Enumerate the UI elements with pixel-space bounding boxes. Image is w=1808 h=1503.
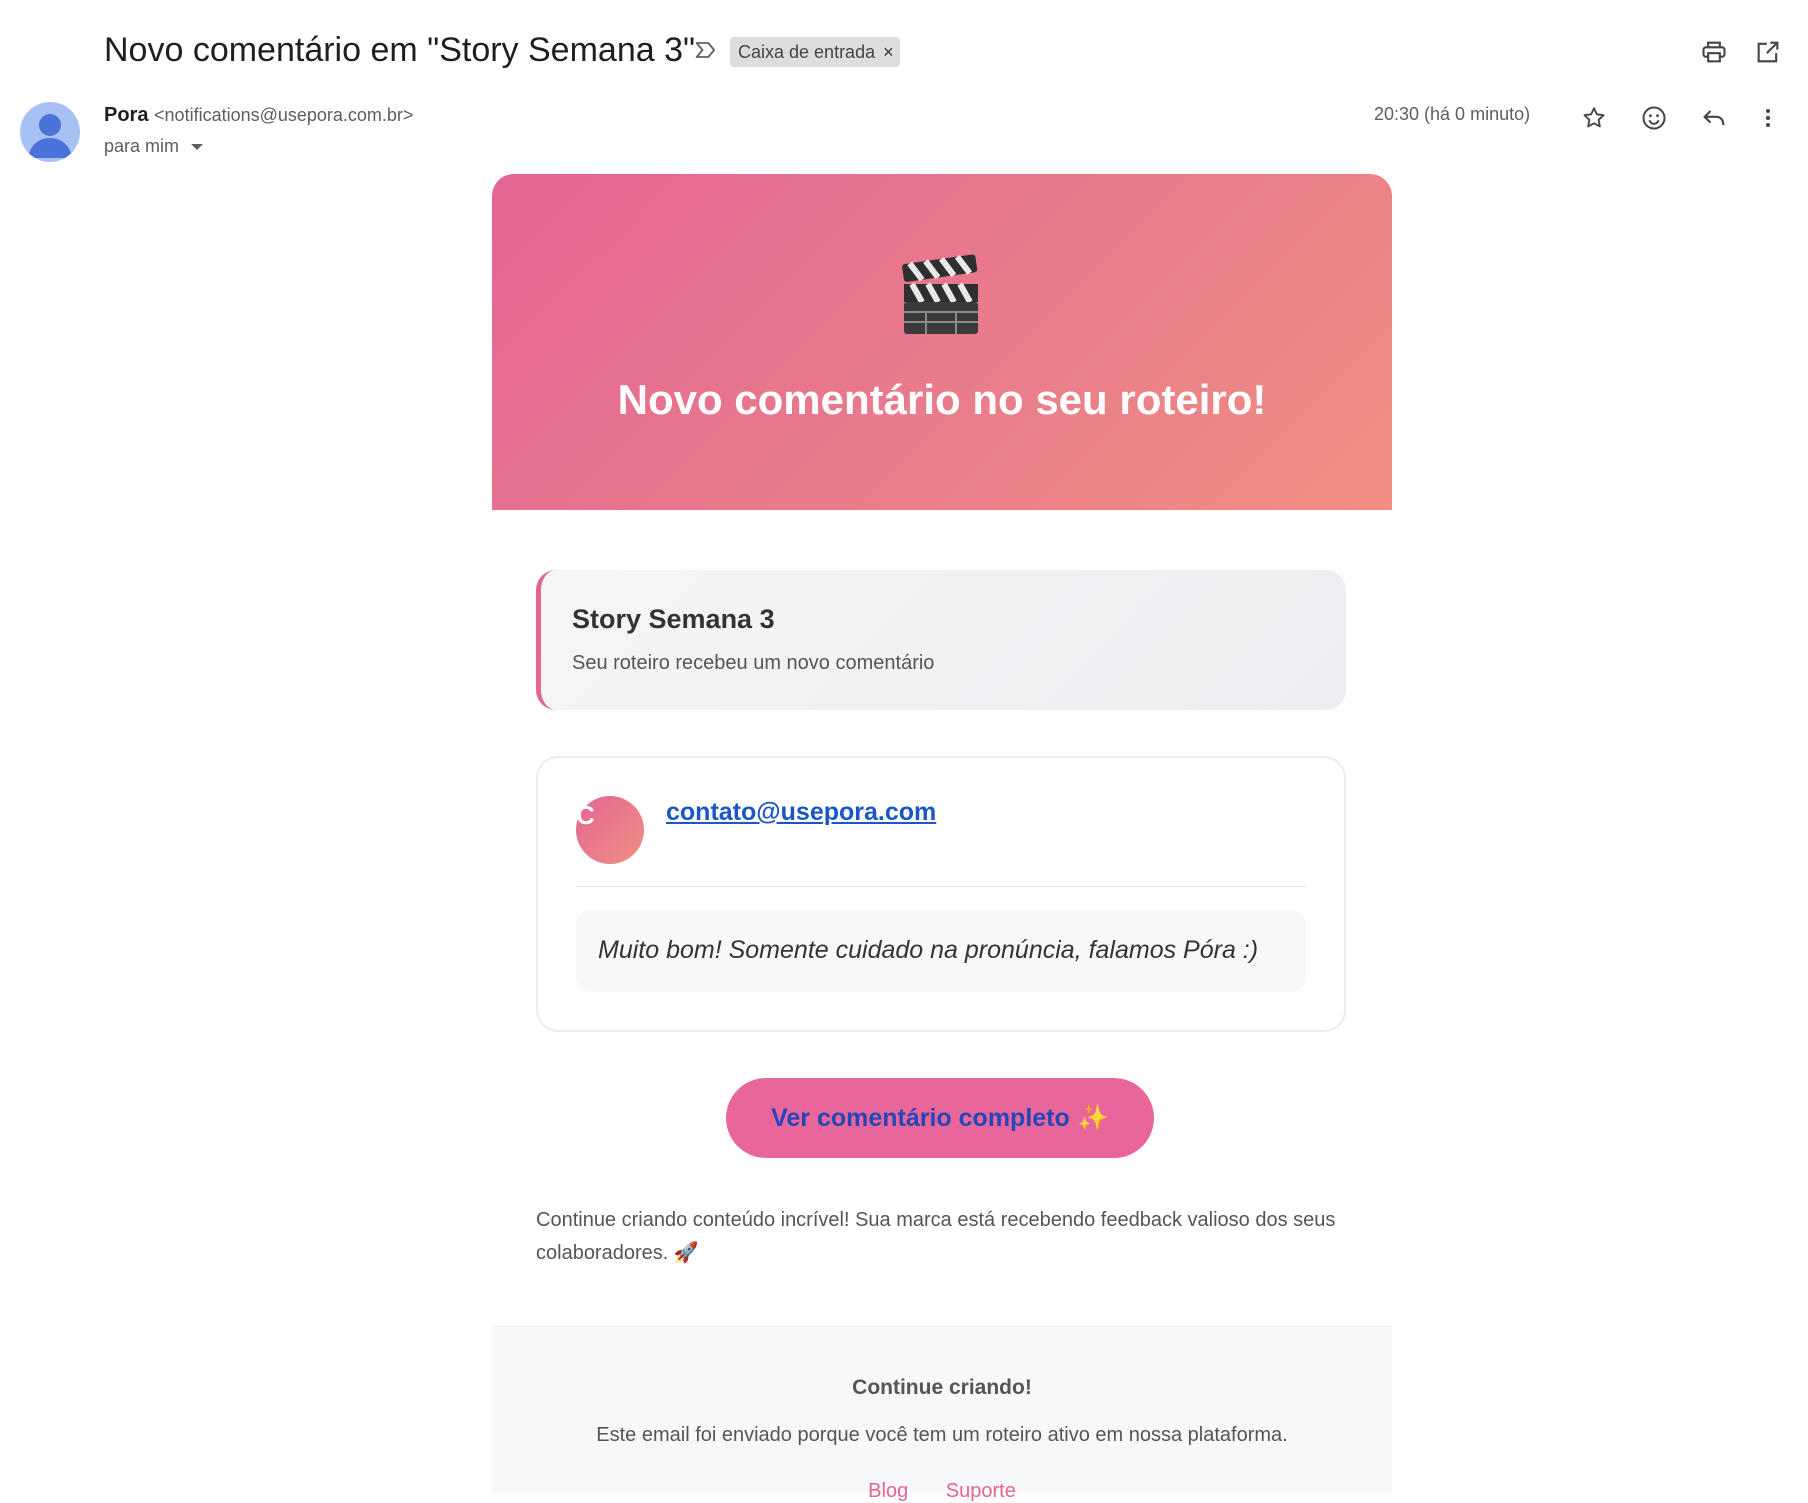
outro-text: Continue criando conteúdo incrível! Sua … [536, 1209, 1336, 1264]
footer-text: Este email foi enviado porque você tem u… [596, 1424, 1288, 1446]
email-hero-banner [492, 174, 1392, 510]
script-title: Story Semana 3 [572, 604, 775, 634]
sender-name[interactable]: Pora [104, 104, 148, 126]
email-footer [492, 1326, 1392, 1493]
inbox-label-chip: Caixa de entrada × [730, 37, 900, 67]
sender-email: <notifications@usepora.com.br> [154, 105, 414, 125]
sender-avatar[interactable] [20, 102, 80, 162]
script-subtitle: Seu roteiro recebeu um novo comentário [572, 652, 935, 674]
commenter-email-link[interactable]: contato@usepora.com [666, 798, 936, 827]
comment-text: Muito bom! Somente cuidado na pronúncia,… [598, 936, 1259, 964]
remove-label-icon[interactable]: × [883, 42, 894, 63]
view-comment-button-label: Ver comentário completo [771, 1103, 1070, 1132]
star-icon[interactable] [1576, 100, 1612, 136]
footer-link-support[interactable]: Suporte [946, 1480, 1016, 1502]
emoji-icon[interactable] [1636, 100, 1672, 136]
chevron-down-icon [191, 143, 204, 150]
reply-icon[interactable] [1696, 100, 1732, 136]
clapperboard-icon [896, 250, 986, 340]
sparkles-icon: ✨ [1077, 1103, 1109, 1132]
message-timestamp: 20:30 (há 0 minuto) [1374, 104, 1531, 124]
sender-line: Pora <notifications@usepora.com.br> [104, 104, 413, 127]
recipient-label: para mim [104, 136, 180, 156]
open-in-new-window-icon[interactable] [1750, 34, 1786, 70]
footer-title: Continue criando! [852, 1376, 1032, 1399]
inbox-label-text: Caixa de entrada [738, 41, 876, 62]
email-subject: Novo comentário em "Story Semana 3" [104, 31, 696, 69]
recipient-toggle[interactable]: para mim [104, 136, 204, 157]
print-icon[interactable] [1696, 34, 1732, 70]
footer-link-blog[interactable]: Blog [868, 1480, 908, 1502]
commenter-initial: C [576, 800, 595, 830]
comment-divider [576, 886, 1306, 887]
label-icon[interactable] [692, 36, 720, 64]
hero-title: Novo comentário no seu roteiro! [617, 376, 1267, 423]
more-vert-icon[interactable] [1750, 100, 1786, 136]
view-comment-button[interactable]: Ver comentário completo ✨ [726, 1078, 1154, 1158]
script-info-card [536, 570, 1346, 710]
